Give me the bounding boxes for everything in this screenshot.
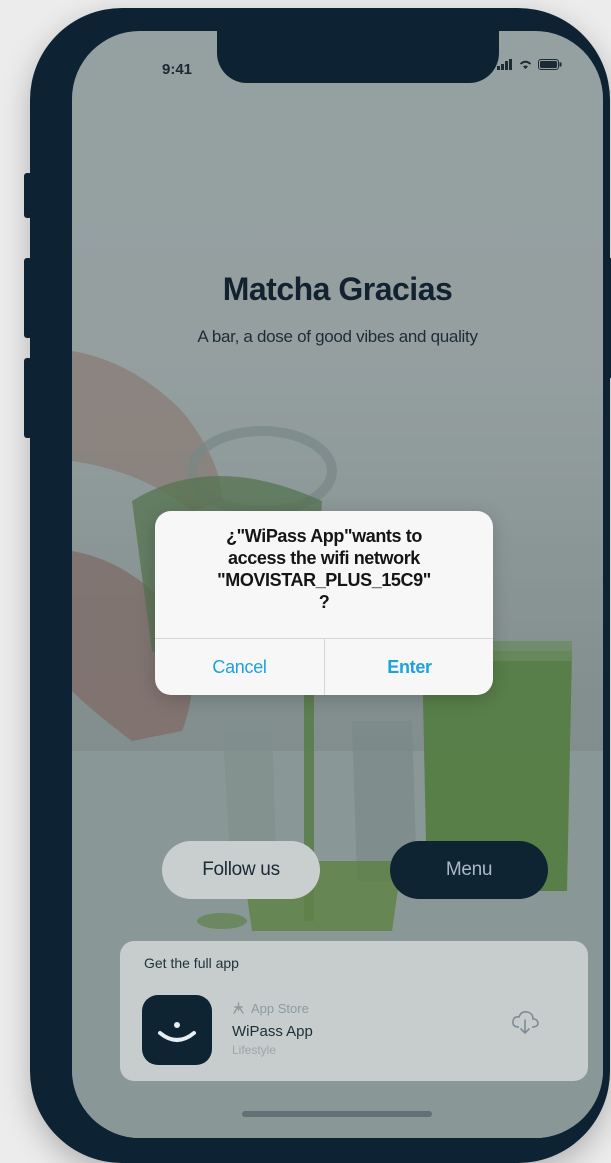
- notch: [217, 31, 499, 83]
- app-icon[interactable]: [142, 995, 212, 1065]
- app-store-icon: [233, 1002, 244, 1014]
- follow-us-button[interactable]: Follow us: [162, 841, 320, 899]
- venue-tagline: A bar, a dose of good vibes and quality: [197, 327, 478, 346]
- volume-up-button: [24, 258, 32, 338]
- signal-icon: [497, 59, 512, 70]
- volume-down-button: [24, 358, 32, 438]
- alert-message: ¿"WiPass App"wants to access the wifi ne…: [217, 526, 431, 612]
- power-button: [606, 258, 611, 378]
- status-time: 9:41: [162, 61, 193, 78]
- mute-switch: [24, 173, 32, 218]
- battery-icon: [538, 59, 562, 70]
- venue-title: Matcha Gracias: [222, 271, 453, 307]
- cloud-download-icon[interactable]: [510, 1009, 540, 1035]
- store-line: App Store: [232, 1001, 309, 1016]
- menu-button[interactable]: Menu: [390, 841, 548, 899]
- home-indicator[interactable]: [242, 1111, 432, 1117]
- wifi-icon: [519, 60, 532, 69]
- banner-heading: Get the full app: [144, 955, 239, 971]
- wifi-permission-alert: ¿"WiPass App"wants to access the wifi ne…: [155, 511, 493, 695]
- enter-button[interactable]: Enter: [325, 639, 493, 695]
- smile-logo-icon: [158, 1022, 196, 1042]
- app-name: WiPass App: [232, 1023, 313, 1040]
- status-icons: [497, 59, 562, 70]
- cancel-button[interactable]: Cancel: [155, 639, 324, 695]
- app-category: Lifestyle: [232, 1043, 277, 1057]
- store-label: App Store: [251, 1001, 309, 1016]
- app-banner[interactable]: Get the full app App Store WiPass App Li…: [120, 941, 588, 1081]
